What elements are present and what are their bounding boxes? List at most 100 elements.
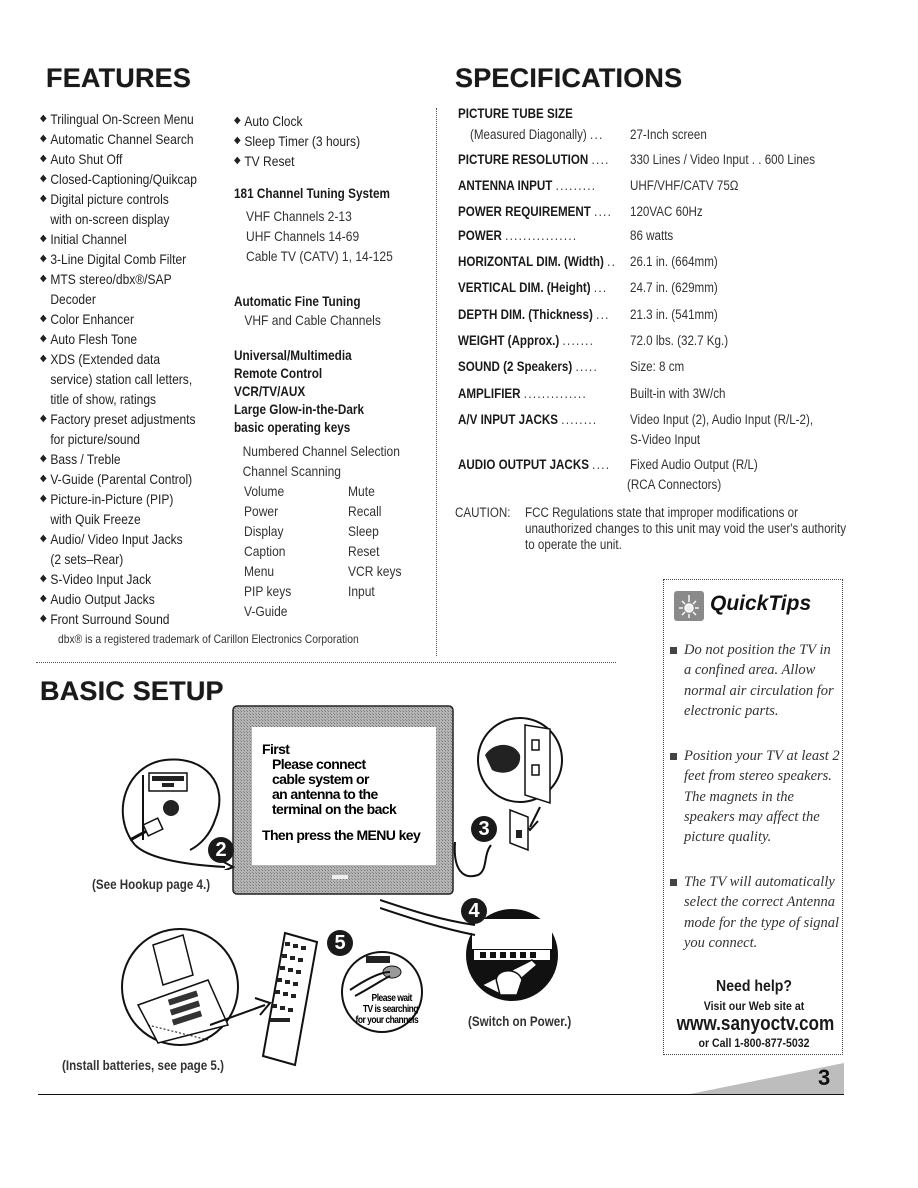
spec-value: 21.3 in. (541mm) xyxy=(630,307,718,322)
diamond-bullet-icon: ◆ xyxy=(40,173,47,184)
remote-screen-text: Please wait xyxy=(371,993,413,1004)
features-list-col2: ◆ Auto Clock ◆ Sleep Timer (3 hours) ◆ TV Res… xyxy=(234,111,424,171)
feature-text: Trilingual On-Screen Menu xyxy=(50,111,194,127)
feature-item: ◆ S-Video Input Jack xyxy=(40,569,212,589)
diamond-bullet-icon: ◆ xyxy=(40,533,47,544)
spec-value: Fixed Audio Output (R/L) xyxy=(630,457,758,472)
remote-key-item: Display xyxy=(244,523,284,539)
spec-value: S-Video Input xyxy=(630,432,701,447)
tip-item: The TV will automatically select the cor… xyxy=(670,872,840,953)
specifications-heading: SPECIFICATIONS xyxy=(455,63,683,93)
tuning-item: VHF Channels 2-13 xyxy=(246,208,352,224)
spec-value: 120VAC 60Hz xyxy=(630,204,703,219)
spec-label: A/V INPUT JACKS ........ xyxy=(458,412,598,427)
feature-text: Bass / Treble xyxy=(50,451,121,467)
batteries-caption: (Install batteries, see page 5.) xyxy=(62,1058,224,1073)
feature-text: Automatic Channel Search xyxy=(50,131,194,147)
feature-item: ◆ Audio Output Jacks xyxy=(40,589,212,609)
diamond-bullet-icon: ◆ xyxy=(40,573,47,584)
remote-control-illustration xyxy=(255,930,325,1070)
remote-screen-text: TV is searching xyxy=(362,1004,419,1015)
power-caption: (Switch on Power.) xyxy=(468,1014,572,1029)
section-divider xyxy=(36,662,616,663)
diamond-bullet-icon: ◆ xyxy=(234,135,241,146)
diamond-bullet-icon: ◆ xyxy=(40,333,47,344)
remote-key-item: Channel Scanning xyxy=(242,463,342,479)
spec-value: 27-Inch screen xyxy=(630,127,707,142)
remote-key-item: PIP keys xyxy=(244,583,292,599)
spec-label: POWER REQUIREMENT .... xyxy=(458,204,613,219)
remote-key-item: V-Guide xyxy=(244,603,288,619)
tip-item: Do not position the TV in a confined are… xyxy=(670,640,840,721)
diamond-bullet-icon: ◆ xyxy=(40,133,47,144)
remote-key-item: Menu xyxy=(244,563,275,579)
fine-tuning-section: Automatic Fine Tuning VHF and Cable Chan… xyxy=(234,292,405,330)
feature-item: ◆ Front Surround Sound xyxy=(40,609,212,629)
spec-label: VERTICAL DIM. (Height) ... xyxy=(458,280,608,295)
remote-key-item: Mute xyxy=(348,483,375,499)
feature-text: Initial Channel xyxy=(50,231,127,247)
feature-item-continuation: with on-screen display xyxy=(50,211,170,227)
diamond-bullet-icon: ◆ xyxy=(40,273,47,284)
remote-key-item: Reset xyxy=(348,543,380,559)
diamond-bullet-icon: ◆ xyxy=(40,353,47,364)
feature-text: Auto Flesh Tone xyxy=(50,331,138,347)
spec-label: SOUND (2 Speakers) ..... xyxy=(458,359,599,374)
menu-key-illustration: Please wait TV is searching for your cha… xyxy=(330,950,430,1035)
feature-text: Audio/ Video Input Jacks xyxy=(50,531,183,547)
feature-text: XDS (Extended data xyxy=(50,351,161,367)
lightbulb-icon xyxy=(674,591,704,621)
remote-title-line: VCR/TV/AUX xyxy=(234,383,306,399)
diamond-bullet-icon: ◆ xyxy=(40,493,47,504)
spec-label: POWER ................ xyxy=(458,228,578,243)
remote-key-item: Power xyxy=(244,503,279,519)
footer-rule xyxy=(38,1094,844,1095)
feature-item-continuation: service) station call letters, xyxy=(50,371,193,387)
remote-key-item xyxy=(348,601,434,621)
tv-screen-text: terminal on the back xyxy=(272,801,397,817)
feature-item: ◆ Auto Shut Off xyxy=(40,149,212,169)
spec-value: 24.7 in. (629mm) xyxy=(630,280,718,295)
caution-label: CAUTION: xyxy=(455,505,511,520)
diamond-bullet-icon: ◆ xyxy=(234,155,241,166)
spec-value: 330 Lines / Video Input . . 600 Lines xyxy=(630,152,816,167)
remote-key-item: Caption xyxy=(244,543,286,559)
hookup-caption: (See Hookup page 4.) xyxy=(92,877,211,892)
square-bullet-icon xyxy=(670,753,677,760)
feature-item-continuation: (2 sets–Rear) xyxy=(50,551,124,567)
help-website-link[interactable]: www.sanyoctv.com xyxy=(677,1013,835,1036)
feature-item-continuation: for picture/sound xyxy=(50,431,141,447)
remote-title-line: Remote Control xyxy=(234,365,323,381)
spec-label: ANTENNA INPUT ......... xyxy=(458,178,597,193)
feature-item: ◆ XDS (Extended data xyxy=(40,349,212,369)
feature-item: ◆ Automatic Channel Search xyxy=(40,129,212,149)
feature-item: ◆ Sleep Timer (3 hours) xyxy=(234,131,397,151)
spec-value: Size: 8 cm xyxy=(630,359,685,374)
diamond-bullet-icon: ◆ xyxy=(40,613,47,624)
feature-text: Color Enhancer xyxy=(50,311,134,327)
spec-label: PICTURE RESOLUTION .... xyxy=(458,152,610,167)
feature-item: ◆ Auto Flesh Tone xyxy=(40,329,212,349)
remote-key-item: VCR keys xyxy=(348,563,402,579)
remote-key-item: Numbered Channel Selection xyxy=(242,443,400,459)
feature-item: ◆ Auto Clock xyxy=(234,111,397,131)
diamond-bullet-icon: ◆ xyxy=(40,593,47,604)
tuning-section: 181 Channel Tuning System VHF Channels 2… xyxy=(234,184,420,266)
feature-text: S-Video Input Jack xyxy=(50,571,152,587)
basic-setup-heading: BASIC SETUP xyxy=(40,676,224,706)
feature-item-continuation: with Quik Freeze xyxy=(50,511,141,527)
remote-key-item: Recall xyxy=(348,503,382,519)
help-title: Need help? xyxy=(716,978,792,995)
trademark-note: dbx® is a registered trademark of Carill… xyxy=(58,632,359,646)
tuning-title: 181 Channel Tuning System xyxy=(234,185,390,201)
page-number: 3 xyxy=(818,1065,831,1090)
column-divider xyxy=(436,108,437,656)
remote-section: Universal/Multimedia Remote Control VCR/… xyxy=(234,346,448,621)
feature-item: ◆ Factory preset adjustments xyxy=(40,409,212,429)
spec-value: UHF/VHF/CATV 75Ω xyxy=(630,178,739,193)
feature-text: Audio Output Jacks xyxy=(50,591,155,607)
diamond-bullet-icon: ◆ xyxy=(40,313,47,324)
feature-text: Auto Shut Off xyxy=(50,151,123,167)
tip-item: Position your TV at least 2 feet from st… xyxy=(670,746,840,847)
feature-text: Digital picture controls xyxy=(50,191,169,207)
